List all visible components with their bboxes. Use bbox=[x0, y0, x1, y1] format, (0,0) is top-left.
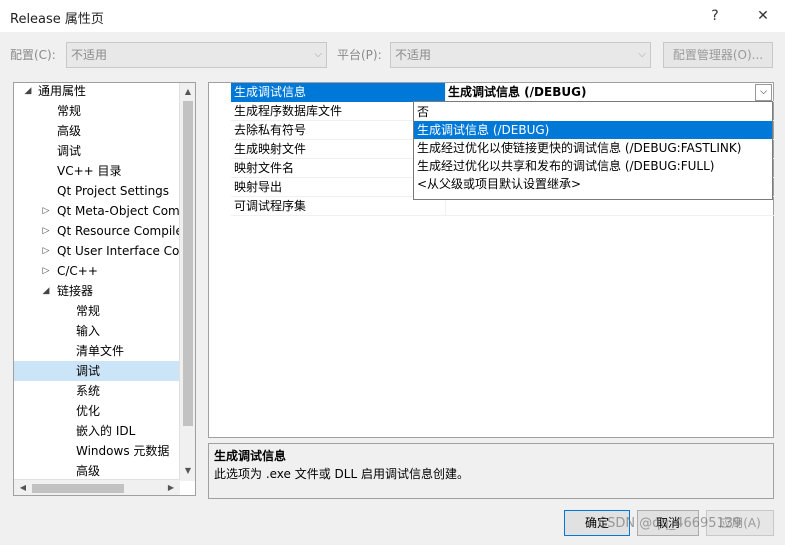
tree-item[interactable]: 常规 bbox=[14, 101, 180, 121]
property-value[interactable]: 生成调试信息 (/DEBUG) bbox=[448, 83, 774, 102]
dropdown-option[interactable]: 生成调试信息 (/DEBUG) bbox=[414, 121, 772, 139]
expand-arrow-icon[interactable]: ▷ bbox=[40, 201, 52, 221]
property-name: 可调试程序集 bbox=[234, 199, 307, 213]
tree-item-label: 常规 bbox=[76, 304, 101, 318]
tree-item[interactable]: ▷ Qt Resource Compile bbox=[14, 221, 180, 241]
config-value: 不适用 bbox=[71, 48, 108, 62]
watermark: CSDN @qq_46695139 bbox=[598, 516, 742, 531]
tree-item[interactable]: 优化 bbox=[14, 401, 180, 421]
platform-select[interactable]: 不适用 ⌵ bbox=[390, 42, 651, 68]
expand-arrow-icon[interactable]: ▷ bbox=[40, 261, 52, 281]
config-select[interactable]: 不适用 ⌵ bbox=[66, 42, 327, 68]
description-text: 此选项为 .exe 文件或 DLL 启用调试信息创建。 bbox=[214, 467, 469, 481]
tree-item-label: Windows 元数据 bbox=[76, 444, 170, 458]
tree-item-label: 高级 bbox=[57, 124, 82, 138]
dropdown-option[interactable]: 生成经过优化以使链接更快的调试信息 (/DEBUG:FASTLINK) bbox=[414, 139, 772, 157]
scroll-down-icon[interactable]: ▼ bbox=[180, 463, 195, 479]
tree-item-label: 高级 bbox=[76, 464, 101, 478]
config-label: 配置(C): bbox=[10, 48, 56, 62]
collapse-arrow-icon[interactable]: ◢ bbox=[22, 83, 34, 101]
property-name: 生成调试信息 bbox=[231, 83, 445, 102]
expand-arrow-icon[interactable]: ▷ bbox=[40, 221, 52, 241]
tree-horizontal-scrollbar[interactable]: ◀ ▶ bbox=[14, 479, 180, 495]
property-name: 生成程序数据库文件 bbox=[234, 104, 343, 118]
tree-item[interactable]: 系统 bbox=[14, 381, 180, 401]
chevron-down-icon: ⌵ bbox=[638, 49, 646, 60]
dropdown-option[interactable]: 否 bbox=[414, 103, 772, 121]
tree-item-label: 链接器 bbox=[57, 284, 94, 298]
tree-item-label: Qt Resource Compile bbox=[57, 224, 180, 238]
tree-item-label: C/C++ bbox=[57, 264, 98, 278]
tree-item-label: 优化 bbox=[76, 404, 101, 418]
property-name: 生成映射文件 bbox=[234, 142, 307, 156]
tree-item[interactable]: 调试 bbox=[14, 361, 180, 381]
column-divider bbox=[445, 83, 446, 102]
tree-item-label: 通用属性 bbox=[38, 84, 87, 98]
tree-item-label: 嵌入的 IDL bbox=[76, 424, 136, 438]
scroll-right-icon[interactable]: ▶ bbox=[163, 480, 179, 495]
tree-vertical-scrollbar[interactable]: ▲ ▼ bbox=[179, 83, 195, 481]
tree-list: ◢ 通用属性 常规 高级 调试 VC++ 目录 Qt Project Settings ▷ Qt… bbox=[14, 83, 180, 481]
tree-item-label: Qt Meta-Object Com bbox=[57, 204, 180, 218]
platform-value: 不适用 bbox=[395, 48, 432, 62]
tree-scroll-thumb[interactable] bbox=[183, 101, 193, 426]
platform-label: 平台(P): bbox=[337, 48, 382, 62]
dropdown-chevron-icon[interactable]: ⌵ bbox=[755, 84, 772, 101]
tree-item[interactable]: Windows 元数据 bbox=[14, 441, 180, 461]
tree-item[interactable]: 嵌入的 IDL bbox=[14, 421, 180, 441]
tree-item-label: 常规 bbox=[57, 104, 82, 118]
chevron-down-icon: ⌵ bbox=[314, 49, 322, 60]
property-tree[interactable]: ◢ 通用属性 常规 高级 调试 VC++ 目录 Qt Project Settings ▷ Qt… bbox=[13, 82, 196, 496]
tree-hscroll-thumb[interactable] bbox=[32, 484, 124, 493]
tree-item[interactable]: 高级 bbox=[14, 461, 180, 481]
description-panel: 生成调试信息 此选项为 .exe 文件或 DLL 启用调试信息创建。 bbox=[208, 443, 774, 499]
tree-item-label: Qt Project Settings bbox=[57, 184, 170, 198]
collapse-arrow-icon[interactable]: ◢ bbox=[40, 281, 52, 301]
scroll-left-icon[interactable]: ◀ bbox=[15, 480, 31, 495]
tree-item[interactable]: 输入 bbox=[14, 321, 180, 341]
tree-item[interactable]: 清单文件 bbox=[14, 341, 180, 361]
tree-item[interactable]: VC++ 目录 bbox=[14, 161, 180, 181]
tree-item-label: 清单文件 bbox=[76, 344, 125, 358]
debug-info-dropdown-list[interactable]: 否生成调试信息 (/DEBUG) 生成经过优化以使链接更快的调试信息 (/DEBU… bbox=[413, 101, 773, 200]
description-title: 生成调试信息 bbox=[214, 449, 287, 463]
tree-item[interactable]: ▷ Qt User Interface Coi bbox=[14, 241, 180, 261]
tree-item[interactable]: ▷ Qt Meta-Object Com bbox=[14, 201, 180, 221]
tree-item[interactable]: ◢ 链接器 bbox=[14, 281, 180, 301]
tree-item-label: VC++ 目录 bbox=[57, 164, 122, 178]
tree-item[interactable]: ▷ C/C++ bbox=[14, 261, 180, 281]
tree-item-label: Qt User Interface Coi bbox=[57, 244, 180, 258]
help-icon[interactable]: ? bbox=[702, 4, 728, 28]
window-title: Release 属性页 bbox=[10, 12, 104, 27]
close-icon[interactable]: ✕ bbox=[750, 4, 776, 28]
tree-item[interactable]: 高级 bbox=[14, 121, 180, 141]
tree-item-label: 输入 bbox=[76, 324, 101, 338]
dropdown-option[interactable]: <从父级或项目默认设置继承> bbox=[414, 175, 772, 193]
tree-item-label: 调试 bbox=[57, 144, 82, 158]
title-bar: Release 属性页 ? ✕ bbox=[0, 0, 785, 32]
property-name: 映射文件名 bbox=[234, 161, 295, 175]
property-name: 映射导出 bbox=[234, 180, 283, 194]
property-name: 去除私有符号 bbox=[234, 123, 307, 137]
property-row[interactable]: 生成调试信息 生成调试信息 (/DEBUG) ⌵ bbox=[231, 83, 774, 102]
tree-item[interactable]: ◢ 通用属性 bbox=[14, 83, 180, 101]
tree-item-label: 调试 bbox=[76, 364, 101, 378]
tree-item[interactable]: 调试 bbox=[14, 141, 180, 161]
tree-item[interactable]: Qt Project Settings bbox=[14, 181, 180, 201]
tree-item[interactable]: 常规 bbox=[14, 301, 180, 321]
scroll-up-icon[interactable]: ▲ bbox=[180, 84, 195, 100]
config-manager-button[interactable]: 配置管理器(O)... bbox=[663, 42, 773, 68]
tree-item-label: 系统 bbox=[76, 384, 101, 398]
expand-arrow-icon[interactable]: ▷ bbox=[40, 241, 52, 261]
dropdown-option[interactable]: 生成经过优化以共享和发布的调试信息 (/DEBUG:FULL) bbox=[414, 157, 772, 175]
